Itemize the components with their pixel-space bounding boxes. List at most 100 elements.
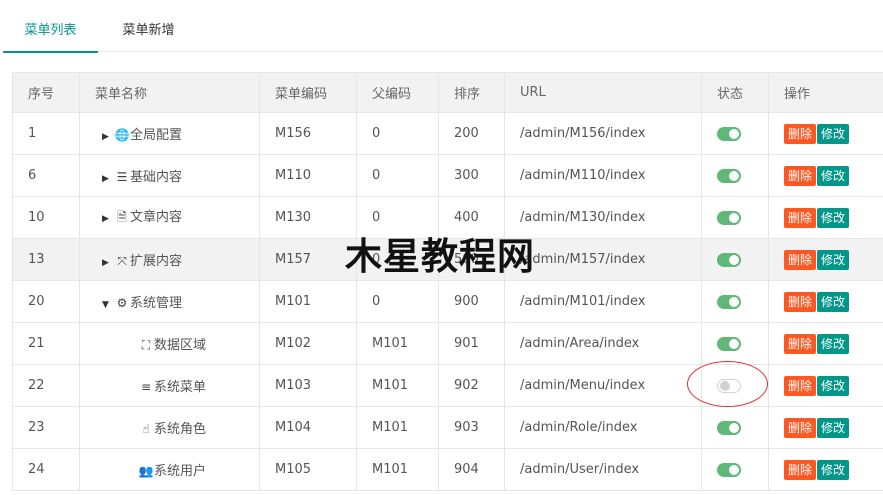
status-toggle[interactable] — [717, 126, 741, 141]
delete-button[interactable]: 删除 — [784, 417, 817, 438]
cell-parent: M101 — [356, 364, 439, 407]
expand-icon: ⤧ — [117, 254, 127, 268]
cell-status — [701, 322, 769, 365]
caret-right-icon[interactable]: ▶ — [102, 214, 114, 224]
header-sort[interactable]: 排序 — [438, 72, 505, 113]
cell-status — [701, 406, 769, 449]
status-toggle[interactable] — [717, 420, 741, 435]
delete-button[interactable]: 删除 — [784, 165, 817, 186]
cell-url: /admin/M101/index — [504, 280, 702, 323]
table-row[interactable]: 13 ▶ ⤧ 扩展内容 M157 0 500/admin/M157/index 删除 修改 — [12, 238, 883, 281]
delete-button[interactable]: 删除 — [784, 459, 817, 480]
cell-sort: 300 — [438, 154, 505, 197]
cell-id: 20 — [12, 280, 80, 323]
tab-menu-list[interactable]: 菜单列表 — [3, 0, 98, 53]
header-url[interactable]: URL — [504, 72, 702, 113]
cell-status — [701, 238, 769, 281]
cell-url: /admin/Area/index — [504, 322, 702, 365]
status-toggle[interactable] — [717, 378, 741, 393]
cell-name: ⛶ 数据区域 — [79, 322, 260, 365]
header-id[interactable]: 序号 — [12, 72, 80, 113]
delete-button[interactable]: 删除 — [784, 333, 817, 354]
globe-icon: 🌐 — [114, 128, 130, 142]
cell-url: /admin/Menu/index — [504, 364, 702, 407]
status-toggle[interactable] — [717, 210, 741, 225]
sliders-icon: ☰ — [116, 170, 128, 184]
cell-parent: M101 — [356, 448, 439, 491]
table-row[interactable]: 1 ▶ 🌐全局配置 M156 0 200/admin/M156/index 删除 修改 — [12, 112, 883, 155]
cell-code: M110 — [259, 154, 357, 197]
edit-button[interactable]: 修改 — [817, 249, 850, 270]
cell-sort: 904 — [438, 448, 505, 491]
header-status[interactable]: 状态 — [701, 72, 769, 113]
cell-name: ▶ ☰ 基础内容 — [79, 154, 260, 197]
status-toggle[interactable] — [717, 294, 741, 309]
cell-code: M105 — [259, 448, 357, 491]
cell-parent: 0 — [356, 280, 439, 323]
edit-button[interactable]: 修改 — [817, 291, 850, 312]
status-toggle[interactable] — [717, 336, 741, 351]
cell-name: ≡ 系统菜单 — [79, 364, 260, 407]
edit-button[interactable]: 修改 — [817, 207, 850, 228]
edit-button[interactable]: 修改 — [817, 375, 850, 396]
sitemap-icon: ⛶ — [141, 338, 151, 352]
edit-button[interactable]: 修改 — [817, 459, 850, 480]
cell-code: M157 — [259, 238, 357, 281]
status-toggle[interactable] — [717, 462, 741, 477]
cell-parent: 0 — [356, 154, 439, 197]
cell-name: 👥系统用户 — [79, 448, 260, 491]
cell-actions: 删除 修改 — [768, 406, 883, 449]
edit-button[interactable]: 修改 — [817, 165, 850, 186]
status-toggle[interactable] — [717, 252, 741, 267]
hand-icon: ☝ — [142, 422, 150, 436]
header-code[interactable]: 菜单编码 — [259, 72, 357, 113]
cell-sort: 500 — [438, 238, 505, 281]
cell-sort: 903 — [438, 406, 505, 449]
cell-actions: 删除 修改 — [768, 364, 883, 407]
cell-name: ▶ 🌐全局配置 — [79, 112, 260, 155]
table-row[interactable]: 20 ▼ ⚙ 系统管理 M101 0 900/admin/M101/index 删除 修改 — [12, 280, 883, 323]
delete-button[interactable]: 删除 — [784, 375, 817, 396]
cell-status — [701, 112, 769, 155]
delete-button[interactable]: 删除 — [784, 123, 817, 144]
cell-id: 23 — [12, 406, 80, 449]
table-row[interactable]: 23 ☝ 系统角色 M104 M101 903/admin/Role/index 删除 修改 — [12, 406, 883, 449]
menu-name: 系统管理 — [130, 296, 183, 311]
status-toggle[interactable] — [717, 168, 741, 183]
table-row[interactable]: 21 ⛶ 数据区域 M102 M101 901/admin/Area/index 删除 修改 — [12, 322, 883, 365]
caret-down-icon[interactable]: ▼ — [102, 300, 114, 310]
cell-url: /admin/User/index — [504, 448, 702, 491]
cell-actions: 删除 修改 — [768, 280, 883, 323]
delete-button[interactable]: 删除 — [784, 207, 817, 228]
cell-actions: 删除 修改 — [768, 154, 883, 197]
cell-status — [701, 364, 769, 407]
header-name[interactable]: 菜单名称 — [79, 72, 260, 113]
header-actions: 操作 — [768, 72, 883, 113]
tab-menu-add[interactable]: 菜单新增 — [101, 0, 196, 52]
caret-right-icon[interactable]: ▶ — [102, 258, 114, 268]
table-row[interactable]: 22 ≡ 系统菜单 M103 M101 902/admin/Menu/index 删除 修改 — [12, 364, 883, 407]
table-row[interactable]: 24 👥系统用户 M105 M101 904/admin/User/index 删除 修改 — [12, 448, 883, 491]
caret-right-icon[interactable]: ▶ — [102, 174, 114, 184]
header-parent[interactable]: 父编码 — [356, 72, 439, 113]
cell-sort: 902 — [438, 364, 505, 407]
cell-parent: 0 — [356, 196, 439, 239]
cell-id: 6 — [12, 154, 80, 197]
edit-button[interactable]: 修改 — [817, 123, 850, 144]
table-header-row: 序号 菜单名称 菜单编码 父编码 排序 URL 状态 操作 — [12, 72, 883, 113]
cell-id: 21 — [12, 322, 80, 365]
cell-actions: 删除 修改 — [768, 196, 883, 239]
edit-button[interactable]: 修改 — [817, 417, 850, 438]
table-row[interactable]: 10 ▶ 🗎 文章内容 M130 0 400/admin/M130/index 删除 修改 — [12, 196, 883, 239]
table-row[interactable]: 6 ▶ ☰ 基础内容 M110 0 300/admin/M110/index 删除 修改 — [12, 154, 883, 197]
cell-sort: 900 — [438, 280, 505, 323]
edit-button[interactable]: 修改 — [817, 333, 850, 354]
delete-button[interactable]: 删除 — [784, 249, 817, 270]
menu-name: 扩展内容 — [130, 254, 183, 269]
menu-name: 系统菜单 — [154, 380, 207, 395]
delete-button[interactable]: 删除 — [784, 291, 817, 312]
menu-name: 数据区域 — [154, 338, 207, 353]
cell-sort: 200 — [438, 112, 505, 155]
cell-actions: 删除 修改 — [768, 448, 883, 491]
caret-right-icon[interactable]: ▶ — [102, 132, 114, 142]
